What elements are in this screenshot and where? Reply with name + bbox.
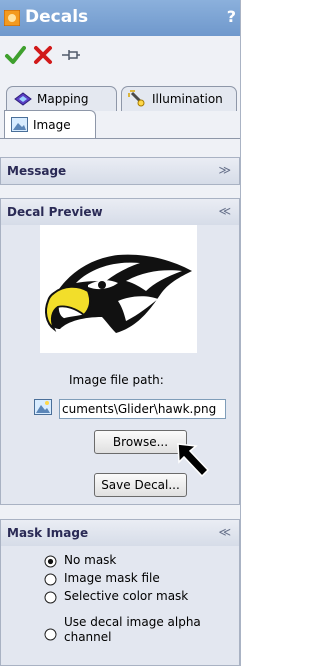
radio-decal-alpha-channel[interactable]	[44, 628, 57, 641]
tab-mapping[interactable]: Mapping	[6, 86, 117, 111]
tab-illumination[interactable]: Illumination	[121, 86, 237, 111]
collapse-chevron-icon[interactable]: ≪	[218, 525, 231, 539]
expand-chevron-icon[interactable]: ≫	[218, 163, 231, 177]
mapping-icon	[14, 92, 32, 106]
decal-preview-image	[40, 225, 197, 353]
radio-image-mask-file[interactable]	[44, 573, 57, 586]
save-decal-button[interactable]: Save Decal...	[94, 473, 187, 497]
collapse-chevron-icon[interactable]: ≪	[218, 204, 231, 218]
help-icon[interactable]: ?	[227, 7, 236, 26]
tab-mapping-label: Mapping	[37, 92, 89, 106]
tab-image[interactable]: Image	[4, 110, 96, 139]
message-group: Message ≫	[0, 157, 240, 185]
image-file-path-input[interactable]: cuments\Glider\hawk.png	[59, 399, 226, 419]
title-text: Decals	[25, 7, 89, 27]
message-group-header[interactable]: Message ≫	[1, 158, 239, 184]
radio-no-mask[interactable]	[44, 555, 57, 568]
decal-icon	[4, 10, 20, 26]
command-bar	[0, 36, 240, 76]
light-bulb-icon	[128, 90, 145, 107]
ok-check-icon[interactable]	[4, 44, 26, 66]
image-icon	[11, 117, 28, 132]
property-manager: Decals ? Mapping Illumination Image Mess…	[0, 0, 241, 666]
tab-illumination-label: Illumination	[152, 92, 223, 106]
cancel-x-icon[interactable]	[32, 44, 54, 66]
mask-image-group-header[interactable]: Mask Image ≪	[1, 520, 239, 546]
decal-preview-group-title: Decal Preview	[7, 205, 103, 219]
decal-alpha-channel-label: Use decal image alpha channel	[64, 615, 201, 644]
title-bar: Decals ?	[0, 0, 240, 36]
tab-content-border	[0, 138, 240, 139]
no-mask-label: No mask	[64, 553, 117, 567]
tab-image-label: Image	[33, 118, 71, 132]
decal-preview-group-header[interactable]: Decal Preview ≪	[1, 199, 239, 225]
selective-color-mask-label: Selective color mask	[64, 589, 189, 603]
hawk-logo-icon	[45, 254, 193, 333]
image-mask-file-label: Image mask file	[64, 571, 160, 585]
radio-selective-color-mask[interactable]	[44, 591, 57, 604]
mask-image-group-title: Mask Image	[7, 526, 89, 540]
arrow-cursor-icon	[177, 443, 210, 478]
message-group-title: Message	[7, 164, 67, 178]
pushpin-icon[interactable]	[60, 44, 82, 66]
image-file-path-label: Image file path:	[69, 373, 164, 387]
browse-button[interactable]: Browse...	[94, 430, 187, 454]
image-file-icon[interactable]	[34, 399, 52, 415]
